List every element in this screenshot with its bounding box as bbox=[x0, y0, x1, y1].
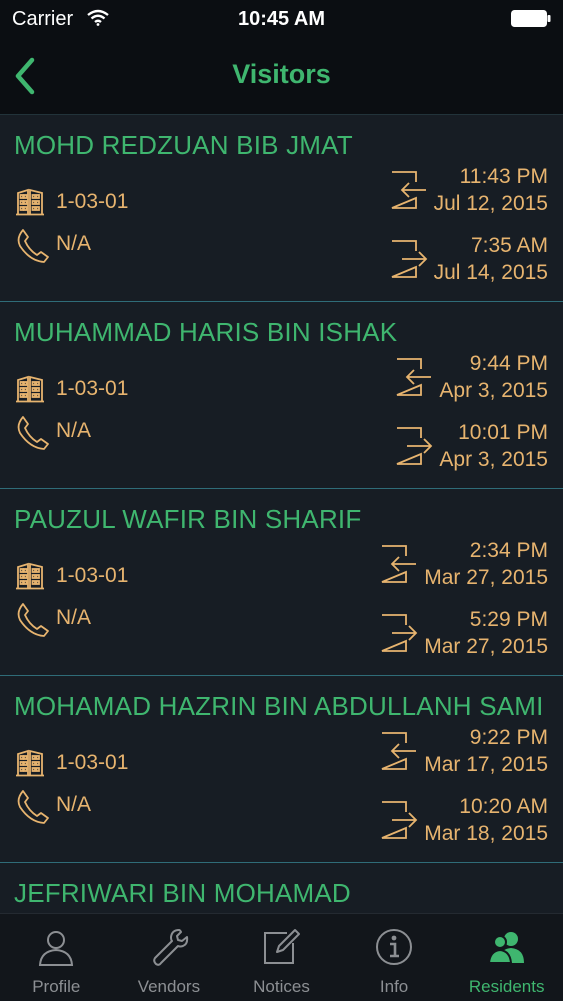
check-out-icon bbox=[391, 240, 428, 278]
visitor-list[interactable]: MOHD REDZUAN BIB JMAT 1-03-01 N/A 11:43 … bbox=[0, 114, 563, 913]
check-in-time: 2:34 PM Mar 27, 2015 bbox=[424, 537, 548, 591]
tab-label: Profile bbox=[32, 977, 81, 996]
tab-info[interactable]: Info bbox=[338, 914, 451, 1001]
check-in-clock: 9:44 PM bbox=[469, 352, 548, 375]
check-out-date: Mar 27, 2015 bbox=[424, 635, 548, 658]
visitor-row[interactable]: JEFRIWARI BIN MOHAMAD bbox=[0, 862, 563, 913]
status-time: 10:45 AM bbox=[237, 8, 326, 30]
check-out-time: 7:35 AM Jul 14, 2015 bbox=[434, 232, 548, 286]
visitor-name: MOHD REDZUAN BIB JMAT bbox=[14, 130, 353, 160]
building-icon bbox=[16, 749, 44, 777]
check-in-icon bbox=[381, 545, 416, 583]
phone-number: N/A bbox=[56, 606, 92, 629]
check-out-clock: 10:01 PM bbox=[458, 421, 548, 444]
check-out-clock: 10:20 AM bbox=[459, 795, 548, 818]
check-out-date: Apr 3, 2015 bbox=[439, 448, 548, 471]
check-out-icon bbox=[381, 614, 418, 652]
visitor-row[interactable]: PAUZUL WAFIR BIN SHARIF 1-03-01 N/A 2:34… bbox=[0, 488, 563, 675]
phone-number: N/A bbox=[56, 793, 92, 816]
check-in-time: 9:44 PM Apr 3, 2015 bbox=[439, 350, 548, 404]
battery-icon bbox=[511, 10, 551, 27]
visitor-name: PAUZUL WAFIR BIN SHARIF bbox=[14, 504, 362, 534]
check-in-clock: 11:43 PM bbox=[459, 165, 548, 188]
tab-residents[interactable]: Residents bbox=[450, 914, 563, 1001]
tab-bar: Profile Vendors Notices Info Residents bbox=[0, 913, 563, 1001]
check-out-time: 10:01 PM Apr 3, 2015 bbox=[439, 419, 548, 473]
check-in-time: 11:43 PM Jul 12, 2015 bbox=[434, 163, 548, 217]
phone-icon bbox=[17, 229, 49, 263]
check-out-clock: 5:29 PM bbox=[469, 608, 548, 631]
tab-label: Vendors bbox=[137, 977, 201, 996]
tab-label: Notices bbox=[253, 977, 310, 996]
check-in-time: 9:22 PM Mar 17, 2015 bbox=[424, 724, 548, 778]
residents-icon bbox=[487, 932, 524, 964]
check-in-date: Jul 12, 2015 bbox=[433, 192, 548, 215]
visitor-name: MUHAMMAD HARIS BIN ISHAK bbox=[14, 317, 398, 347]
status-bar: Carrier 10:45 AM bbox=[0, 0, 563, 40]
check-out-clock: 7:35 AM bbox=[470, 234, 548, 257]
tab-label: Info bbox=[379, 977, 409, 996]
check-out-date: Mar 18, 2015 bbox=[424, 822, 548, 845]
navigation-bar: Visitors bbox=[0, 40, 563, 114]
building-icon bbox=[16, 188, 44, 216]
tab-label: Residents bbox=[468, 977, 545, 996]
person-icon bbox=[39, 931, 74, 966]
phone-icon bbox=[17, 790, 49, 824]
tab-notices[interactable]: Notices bbox=[225, 914, 338, 1001]
unit-number: 1-03-01 bbox=[56, 564, 129, 587]
building-icon bbox=[16, 562, 44, 590]
check-in-clock: 2:34 PM bbox=[469, 539, 548, 562]
check-in-date: Mar 17, 2015 bbox=[424, 753, 548, 776]
visitor-row[interactable]: MUHAMMAD HARIS BIN ISHAK 1-03-01 N/A 9:4… bbox=[0, 301, 563, 488]
visitor-row[interactable]: MOHD REDZUAN BIB JMAT 1-03-01 N/A 11:43 … bbox=[0, 114, 563, 301]
edit-icon bbox=[264, 929, 301, 964]
visitor-row[interactable]: MOHAMAD HAZRIN BIN ABDULLANH SAMI 1-03-0… bbox=[0, 675, 563, 862]
check-out-time: 5:29 PM Mar 27, 2015 bbox=[424, 606, 548, 660]
unit-number: 1-03-01 bbox=[56, 190, 129, 213]
check-in-icon bbox=[391, 171, 426, 209]
phone-icon bbox=[17, 603, 49, 637]
wrench-icon bbox=[153, 929, 189, 966]
unit-number: 1-03-01 bbox=[56, 377, 129, 400]
check-out-icon bbox=[396, 427, 433, 465]
check-in-date: Mar 27, 2015 bbox=[424, 566, 548, 589]
check-in-date: Apr 3, 2015 bbox=[439, 379, 548, 402]
check-out-date: Jul 14, 2015 bbox=[433, 261, 548, 284]
building-icon bbox=[16, 375, 44, 403]
phone-number: N/A bbox=[56, 419, 92, 442]
info-icon bbox=[376, 929, 413, 965]
check-out-icon bbox=[381, 801, 418, 839]
visitor-name: JEFRIWARI BIN MOHAMAD bbox=[14, 878, 351, 908]
tab-profile[interactable]: Profile bbox=[0, 914, 113, 1001]
visitor-name: MOHAMAD HAZRIN BIN ABDULLANH SAMI bbox=[14, 691, 544, 721]
unit-number: 1-03-01 bbox=[56, 751, 129, 774]
check-in-icon bbox=[396, 358, 431, 396]
tab-vendors[interactable]: Vendors bbox=[113, 914, 226, 1001]
phone-number: N/A bbox=[56, 232, 92, 255]
check-out-time: 10:20 AM Mar 18, 2015 bbox=[424, 793, 548, 847]
check-in-icon bbox=[381, 732, 416, 770]
page-title: Visitors bbox=[232, 59, 331, 89]
check-in-clock: 9:22 PM bbox=[469, 726, 548, 749]
phone-icon bbox=[17, 416, 49, 450]
